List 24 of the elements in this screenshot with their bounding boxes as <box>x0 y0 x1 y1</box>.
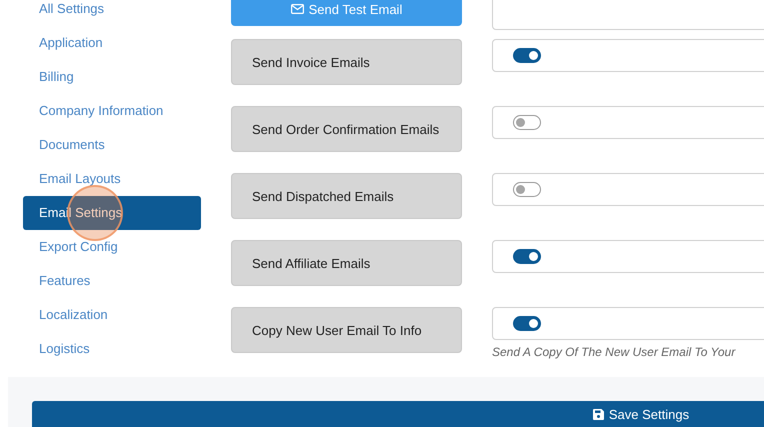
setting-label: Send Affiliate Emails <box>231 240 462 286</box>
sidebar-item[interactable]: Localization <box>23 298 201 332</box>
toggle-switch[interactable] <box>513 182 541 197</box>
sidebar-item[interactable]: Email Layouts <box>23 162 201 196</box>
sidebar-item[interactable]: Export Config <box>23 230 201 264</box>
sidebar-item[interactable]: Documents <box>23 128 201 162</box>
toggle-switch[interactable] <box>513 249 541 264</box>
send-test-email-button[interactable]: Send Test Email <box>231 0 462 26</box>
sidebar-item[interactable]: Application <box>23 26 201 60</box>
sidebar-item[interactable]: Company Information <box>23 94 201 128</box>
toggle-switch[interactable] <box>513 115 541 130</box>
sidebar-item[interactable]: Billing <box>23 60 201 94</box>
setting-label: Send Dispatched Emails <box>231 173 462 219</box>
save-settings-button[interactable]: Save Settings <box>32 401 764 427</box>
toggle-switch[interactable] <box>513 316 541 331</box>
sidebar-item[interactable]: Logistics <box>23 332 201 366</box>
setting-label: Send Invoice Emails <box>231 39 462 85</box>
setting-label: Copy New User Email To Info <box>231 307 462 353</box>
toggle-switch[interactable] <box>513 48 541 63</box>
sidebar-item[interactable]: All Settings <box>23 0 201 26</box>
sidebar-item[interactable]: Features <box>23 264 201 298</box>
envelope-icon <box>290 4 304 14</box>
hint-text: Send A Copy Of The New User Email To Your <box>492 345 737 359</box>
setting-label: Send Order Confirmation Emails <box>231 106 462 152</box>
